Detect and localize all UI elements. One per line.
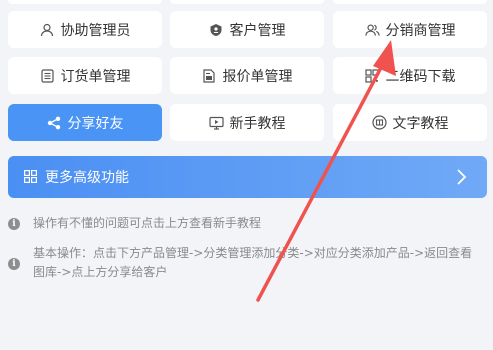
annotation-arrow bbox=[256, 40, 396, 302]
